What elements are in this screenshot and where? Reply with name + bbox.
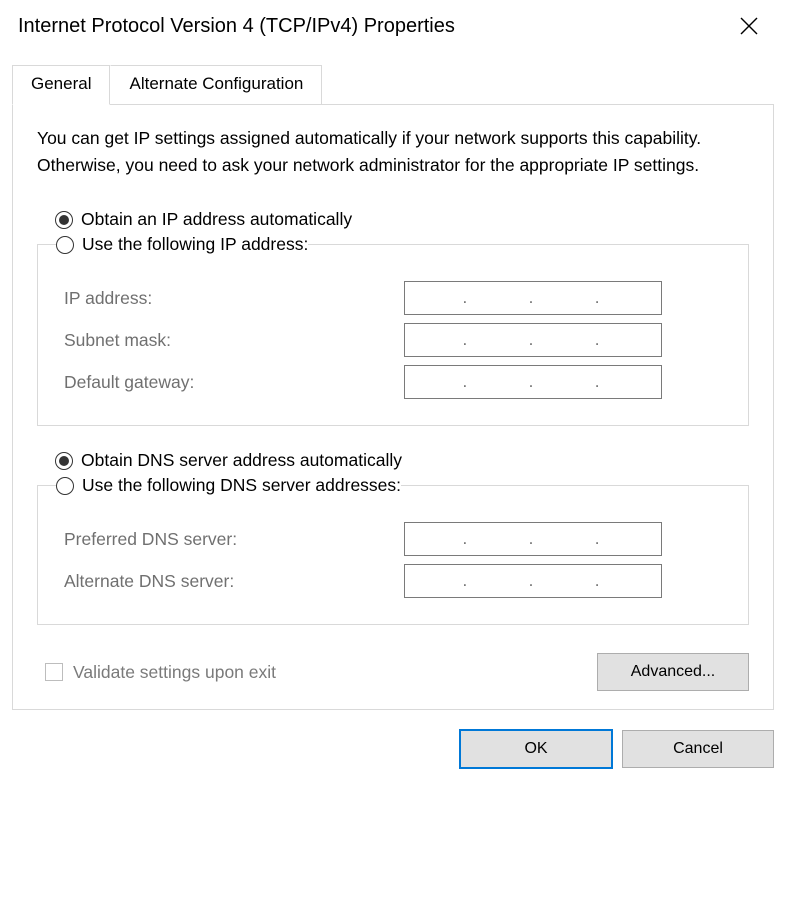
input-default-gateway[interactable]: ... [404, 365, 662, 399]
radio-dns-auto[interactable]: Obtain DNS server address automatically [55, 450, 749, 471]
titlebar: Internet Protocol Version 4 (TCP/IPv4) P… [0, 0, 786, 52]
description-text: You can get IP settings assigned automat… [37, 125, 749, 179]
validate-checkbox-row[interactable]: Validate settings upon exit [45, 662, 276, 683]
tab-strip: General Alternate Configuration [0, 52, 786, 104]
cancel-button-label: Cancel [673, 740, 723, 757]
input-subnet-mask[interactable]: ... [404, 323, 662, 357]
radio-icon-dns-manual [56, 477, 74, 495]
advanced-button-label: Advanced... [631, 663, 716, 680]
dialog-buttons: OK Cancel [0, 722, 786, 768]
tab-panel-general: You can get IP settings assigned automat… [12, 104, 774, 710]
row-ip-address: IP address: ... [64, 281, 722, 315]
radio-dns-manual-label: Use the following DNS server addresses: [82, 475, 401, 496]
radio-ip-manual[interactable]: Use the following IP address: [56, 234, 308, 255]
cancel-button[interactable]: Cancel [622, 730, 774, 768]
ip-manual-group: Use the following IP address: IP address… [37, 234, 749, 426]
label-ip-address: IP address: [64, 288, 384, 309]
row-subnet-mask: Subnet mask: ... [64, 323, 722, 357]
bottom-row: Validate settings upon exit Advanced... [37, 653, 749, 691]
radio-dns-auto-label: Obtain DNS server address automatically [81, 450, 402, 471]
radio-ip-manual-label: Use the following IP address: [82, 234, 308, 255]
properties-dialog: Internet Protocol Version 4 (TCP/IPv4) P… [0, 0, 786, 898]
close-button[interactable] [726, 10, 772, 42]
ok-button[interactable]: OK [460, 730, 612, 768]
label-alternate-dns: Alternate DNS server: [64, 571, 384, 592]
radio-ip-auto-label: Obtain an IP address automatically [81, 209, 352, 230]
label-subnet-mask: Subnet mask: [64, 330, 384, 351]
row-default-gateway: Default gateway: ... [64, 365, 722, 399]
radio-dns-manual[interactable]: Use the following DNS server addresses: [56, 475, 401, 496]
tab-alternate[interactable]: Alternate Configuration [110, 65, 322, 105]
input-ip-address[interactable]: ... [404, 281, 662, 315]
window-title: Internet Protocol Version 4 (TCP/IPv4) P… [18, 15, 455, 38]
validate-label: Validate settings upon exit [73, 662, 276, 683]
input-alternate-dns[interactable]: ... [404, 564, 662, 598]
label-preferred-dns: Preferred DNS server: [64, 529, 384, 550]
radio-icon-dns-auto [55, 452, 73, 470]
input-preferred-dns[interactable]: ... [404, 522, 662, 556]
dns-manual-group: Use the following DNS server addresses: … [37, 475, 749, 625]
radio-icon-ip-auto [55, 211, 73, 229]
checkbox-icon [45, 663, 63, 681]
advanced-button[interactable]: Advanced... [597, 653, 749, 691]
ok-button-label: OK [524, 740, 547, 757]
label-default-gateway: Default gateway: [64, 372, 384, 393]
row-alternate-dns: Alternate DNS server: ... [64, 564, 722, 598]
radio-icon-ip-manual [56, 236, 74, 254]
tab-general[interactable]: General [12, 65, 110, 105]
row-preferred-dns: Preferred DNS server: ... [64, 522, 722, 556]
close-icon [740, 17, 758, 35]
tab-general-label: General [31, 74, 91, 93]
tab-alternate-label: Alternate Configuration [129, 74, 303, 93]
radio-ip-auto[interactable]: Obtain an IP address automatically [55, 209, 749, 230]
